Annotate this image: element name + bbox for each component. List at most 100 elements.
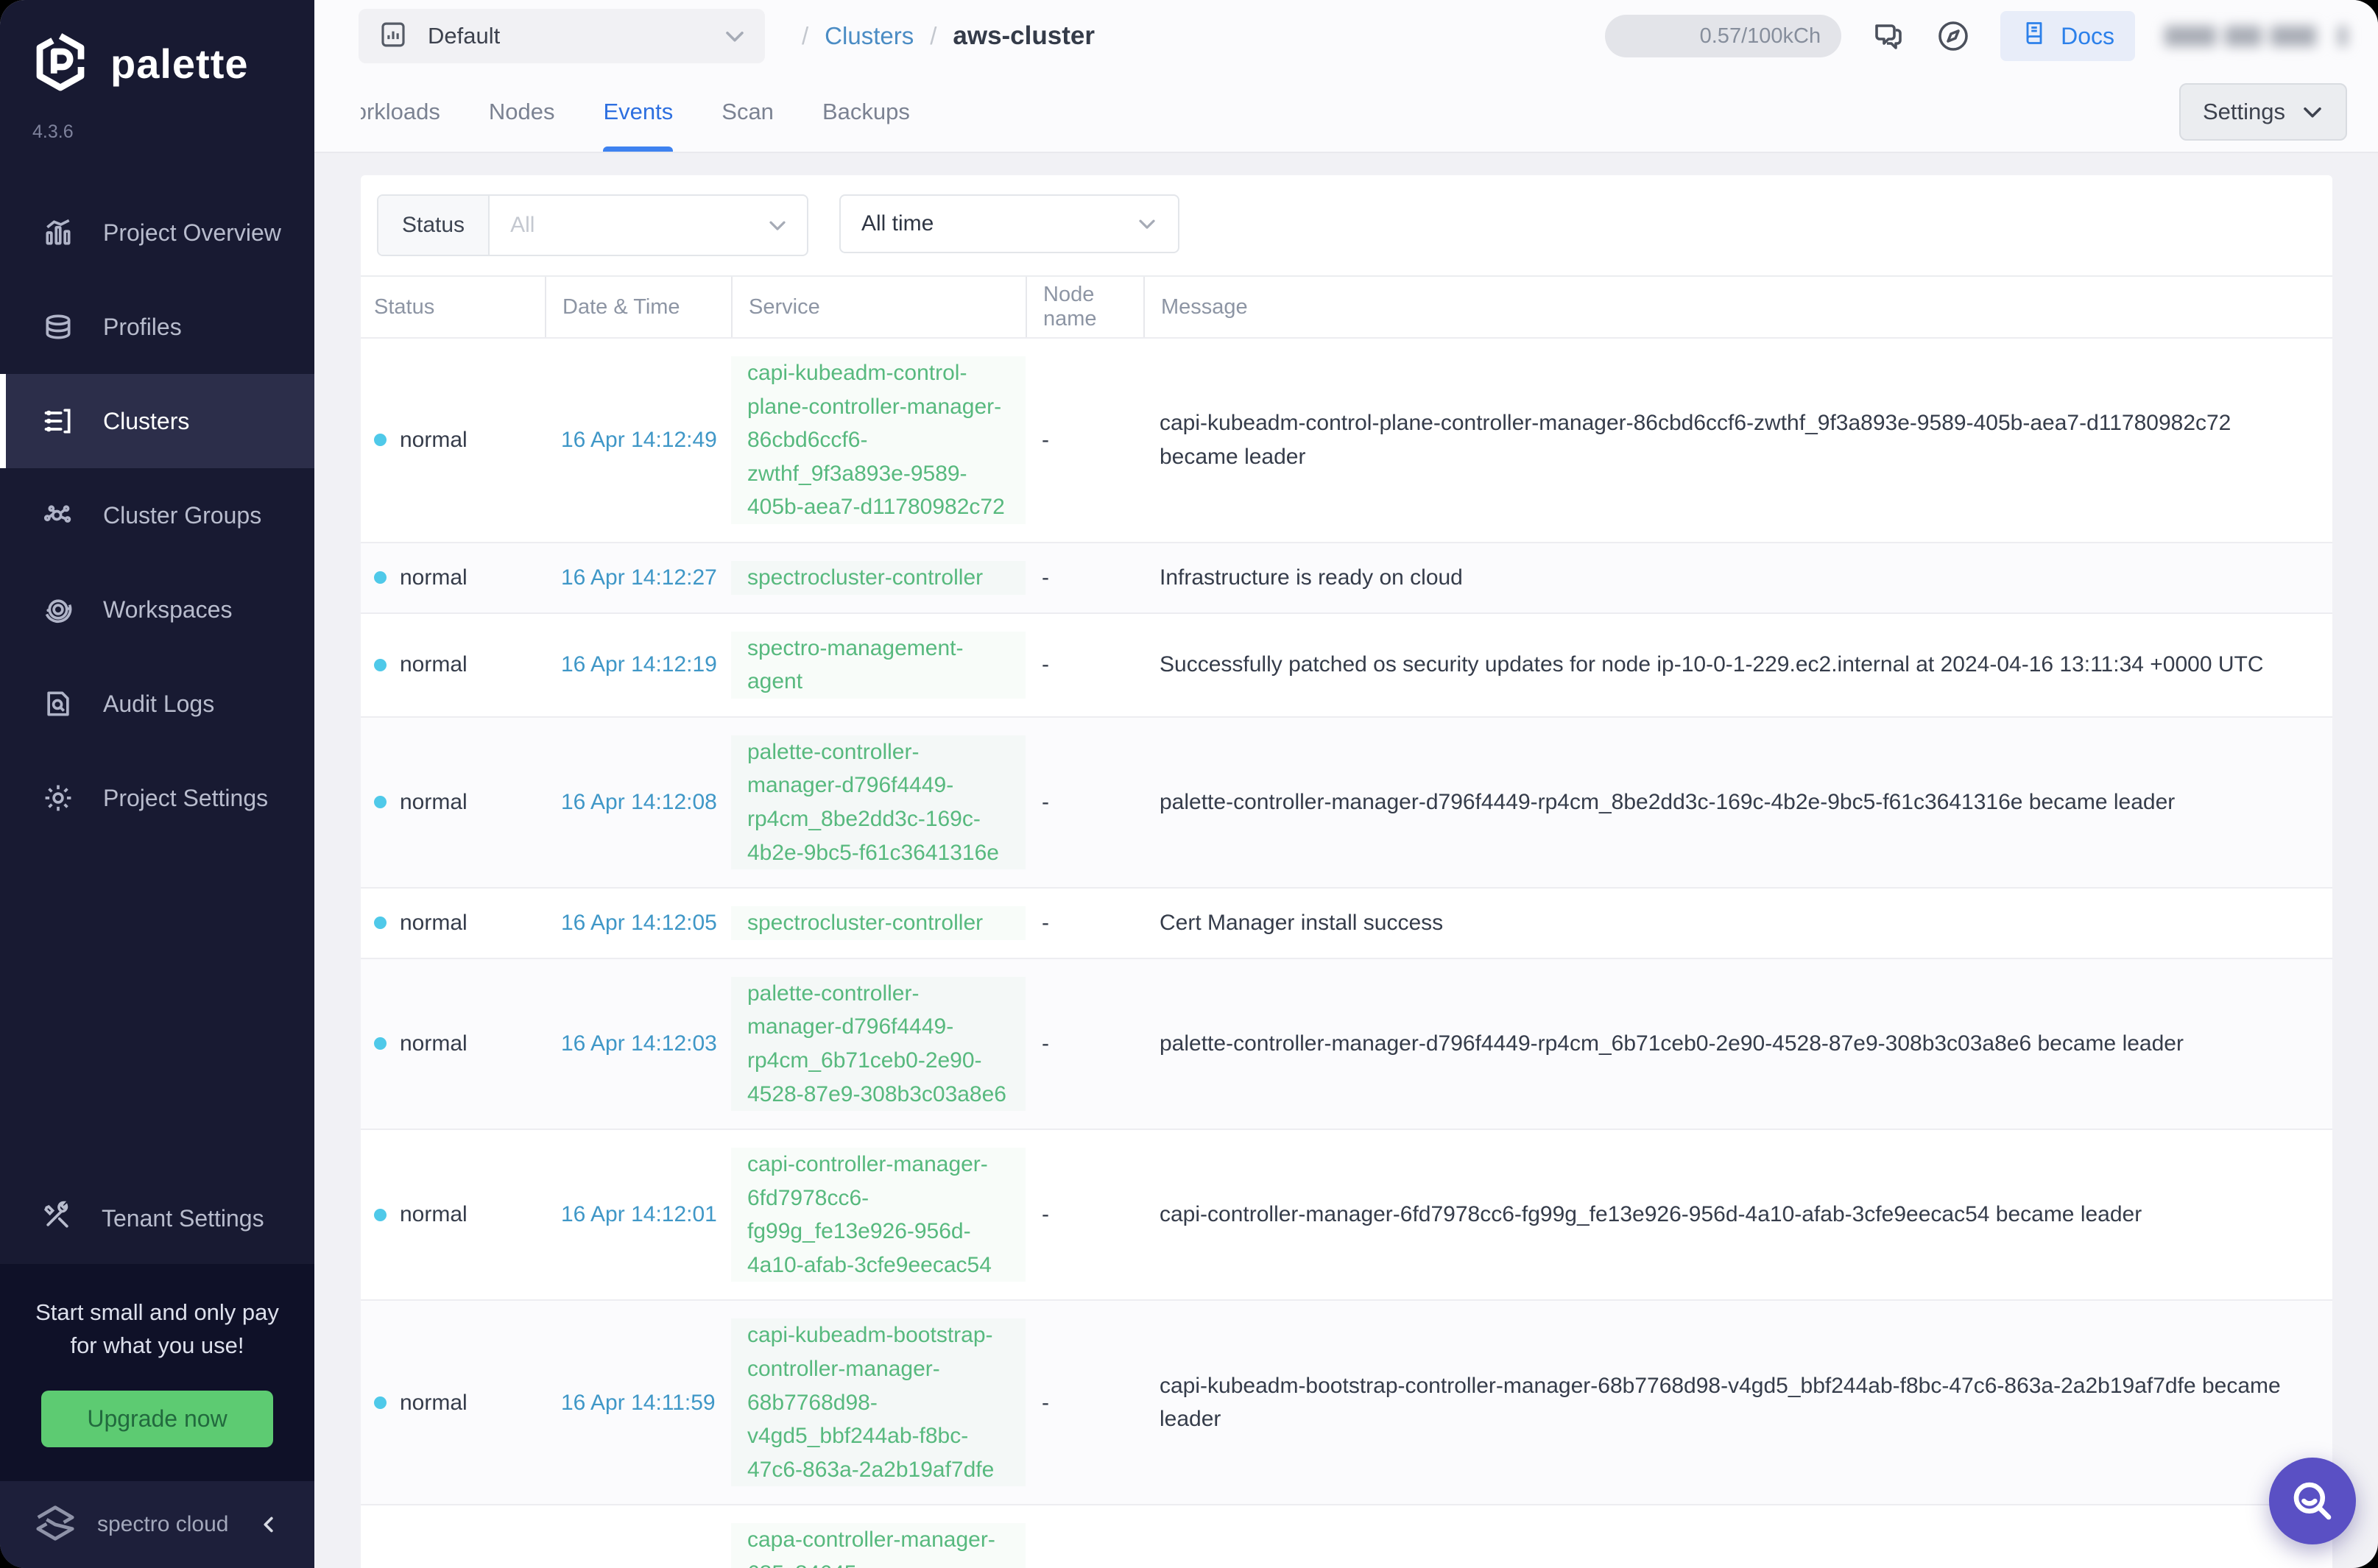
app-window: palette 4.3.6 Project Overview bbox=[0, 0, 2378, 1568]
collapse-sidebar-icon[interactable] bbox=[257, 1512, 282, 1537]
node-name: - bbox=[1026, 423, 1143, 457]
promo-text: Start small and only pay for what you us… bbox=[27, 1296, 288, 1363]
tab-events[interactable]: Events bbox=[603, 72, 673, 152]
status-dot bbox=[374, 1037, 387, 1050]
footer-brand-name: spectro cloud bbox=[97, 1512, 228, 1537]
filters-bar: Status All All time bbox=[361, 175, 2332, 277]
tab-nodes[interactable]: Nodes bbox=[489, 72, 555, 152]
status-dot bbox=[374, 1209, 387, 1221]
brand-name: palette bbox=[110, 40, 249, 88]
event-message: Infrastructure is ready on cloud bbox=[1143, 561, 2332, 595]
event-message: capi-controller-manager-6fd7978cc6-fg99g… bbox=[1143, 1198, 2332, 1232]
table-row: normal 16 Apr 14:12:01 capi-controller-m… bbox=[361, 1130, 2332, 1301]
node-name: - bbox=[1026, 906, 1143, 940]
breadcrumb-link-clusters[interactable]: Clusters bbox=[825, 22, 914, 50]
sidebar-item-label: Workspaces bbox=[103, 596, 232, 624]
sidebar-item-tenant-settings[interactable]: Tenant Settings bbox=[0, 1173, 314, 1264]
date-link[interactable]: 16 Apr 14:12:19 bbox=[545, 648, 731, 682]
service-link[interactable]: palette-controller-manager-d796f4449-rp4… bbox=[731, 735, 1026, 869]
project-selector[interactable]: Default bbox=[359, 9, 765, 63]
main-area: Default / Clusters / aws-cluster 0.57/10… bbox=[314, 0, 2378, 1568]
service-link[interactable]: spectrocluster-controller bbox=[731, 906, 1026, 940]
time-range-filter[interactable]: All time bbox=[839, 194, 1179, 253]
event-message: capi-kubeadm-control-plane-controller-ma… bbox=[1143, 406, 2332, 473]
status-filter[interactable]: Status All bbox=[377, 194, 808, 256]
sidebar: palette 4.3.6 Project Overview bbox=[0, 0, 314, 1568]
date-link[interactable]: 16 Apr 14:12:49 bbox=[545, 423, 731, 457]
sidebar-item-label: Profiles bbox=[103, 314, 182, 341]
sidebar-item-cluster-groups[interactable]: Cluster Groups bbox=[0, 468, 314, 562]
status-dot bbox=[374, 917, 387, 929]
docs-button[interactable]: Docs bbox=[2000, 11, 2135, 61]
date-link[interactable]: 16 Apr 14:12:01 bbox=[545, 1198, 731, 1232]
chevron-down-icon bbox=[2301, 105, 2324, 119]
topbar-right: 0.57/100kCh bbox=[1605, 11, 2347, 61]
status-dot bbox=[374, 796, 387, 808]
sidebar-item-project-settings[interactable]: Project Settings bbox=[0, 751, 314, 845]
header-status: Status bbox=[361, 277, 545, 337]
table-row: normal 16 Apr 14:12:03 palette-controlle… bbox=[361, 959, 2332, 1130]
sidebar-item-audit-logs[interactable]: Audit Logs bbox=[0, 657, 314, 751]
sidebar-item-profiles[interactable]: Profiles bbox=[0, 280, 314, 374]
header-date-time: Date & Time bbox=[545, 277, 731, 337]
cluster-settings-button[interactable]: Settings bbox=[2179, 83, 2347, 141]
events-table-body: normal 16 Apr 14:12:49 capi-kubeadm-cont… bbox=[361, 339, 2332, 1568]
server-list-icon bbox=[41, 404, 75, 438]
table-row: normal 16 Apr 14:12:27 spectrocluster-co… bbox=[361, 543, 2332, 614]
date-link[interactable]: 16 Apr 14:12:05 bbox=[545, 906, 731, 940]
sidebar-menu: Project Overview Profiles bbox=[0, 186, 314, 845]
user-name-redacted[interactable] bbox=[2164, 26, 2347, 46]
event-message: capi-kubeadm-bootstrap-controller-manage… bbox=[1143, 1369, 2332, 1436]
date-link[interactable]: 16 Apr 14:11:59 bbox=[545, 1386, 731, 1420]
sidebar-item-clusters[interactable]: Clusters bbox=[0, 374, 314, 468]
status-cell: normal bbox=[361, 648, 545, 682]
date-link[interactable]: 16 Apr 14:12:08 bbox=[545, 785, 731, 819]
settings-button-label: Settings bbox=[2203, 99, 2285, 125]
status-dot bbox=[374, 434, 387, 446]
tab-backups[interactable]: Backups bbox=[822, 72, 910, 152]
status-dot bbox=[374, 1396, 387, 1409]
table-row: normal 16 Apr 14:12:49 capi-kubeadm-cont… bbox=[361, 339, 2332, 543]
header-service: Service bbox=[731, 277, 1026, 337]
status-text: normal bbox=[400, 1027, 468, 1061]
cluster-tabs-bar: Workloads Nodes Events Scan Backups Sett… bbox=[314, 72, 2378, 153]
tab-scan[interactable]: Scan bbox=[721, 72, 774, 152]
service-link[interactable]: capi-kubeadm-bootstrap-controller-manage… bbox=[731, 1318, 1026, 1486]
status-cell: normal bbox=[361, 423, 545, 457]
status-text: normal bbox=[400, 1198, 468, 1232]
service-link[interactable]: spectrocluster-controller bbox=[731, 561, 1026, 595]
gear-icon bbox=[41, 781, 75, 815]
brand-row: palette bbox=[0, 0, 314, 96]
project-icon bbox=[378, 19, 409, 54]
tab-workloads[interactable]: Workloads bbox=[333, 72, 440, 152]
usage-badge: 0.57/100kCh bbox=[1605, 15, 1841, 57]
table-row: normal 16 Apr 14:11:59 capi-kubeadm-boot… bbox=[361, 1301, 2332, 1505]
status-text: normal bbox=[400, 906, 468, 940]
node-name: - bbox=[1026, 561, 1143, 595]
event-message: palette-controller-manager-d796f4449-rp4… bbox=[1143, 1027, 2332, 1061]
docs-label: Docs bbox=[2061, 23, 2114, 50]
sidebar-item-project-overview[interactable]: Project Overview bbox=[0, 186, 314, 280]
status-text: normal bbox=[400, 423, 468, 457]
help-search-button[interactable] bbox=[2269, 1458, 2356, 1544]
status-text: normal bbox=[400, 1386, 468, 1420]
layers-icon bbox=[41, 310, 75, 344]
header-message: Message bbox=[1143, 277, 2332, 337]
service-link[interactable]: palette-controller-manager-d796f4449-rp4… bbox=[731, 977, 1026, 1111]
sidebar-item-label: Audit Logs bbox=[103, 691, 214, 718]
compass-icon[interactable] bbox=[1936, 18, 1971, 54]
sidebar-item-workspaces[interactable]: Workspaces bbox=[0, 562, 314, 657]
event-message: Successfully patched os security updates… bbox=[1143, 648, 2332, 682]
feedback-chat-icon[interactable] bbox=[1871, 18, 1906, 54]
chevron-down-icon bbox=[1137, 217, 1157, 230]
service-link[interactable]: spectro-management-agent bbox=[731, 632, 1026, 699]
date-link[interactable]: 16 Apr 14:12:03 bbox=[545, 1027, 731, 1061]
upgrade-now-button[interactable]: Upgrade now bbox=[41, 1391, 272, 1447]
app-version: 4.3.6 bbox=[0, 121, 314, 143]
event-message: Cert Manager install success bbox=[1143, 906, 2332, 940]
date-link[interactable]: 16 Apr 14:12:27 bbox=[545, 561, 731, 595]
service-link[interactable]: capi-controller-manager-6fd7978cc6-fg99g… bbox=[731, 1148, 1026, 1282]
sidebar-footer: spectro cloud bbox=[0, 1481, 314, 1568]
service-link[interactable]: capi-kubeadm-control-plane-controller-ma… bbox=[731, 356, 1026, 524]
service-link[interactable]: capa-controller-manager-685c84645c-xgss7… bbox=[731, 1523, 1026, 1568]
